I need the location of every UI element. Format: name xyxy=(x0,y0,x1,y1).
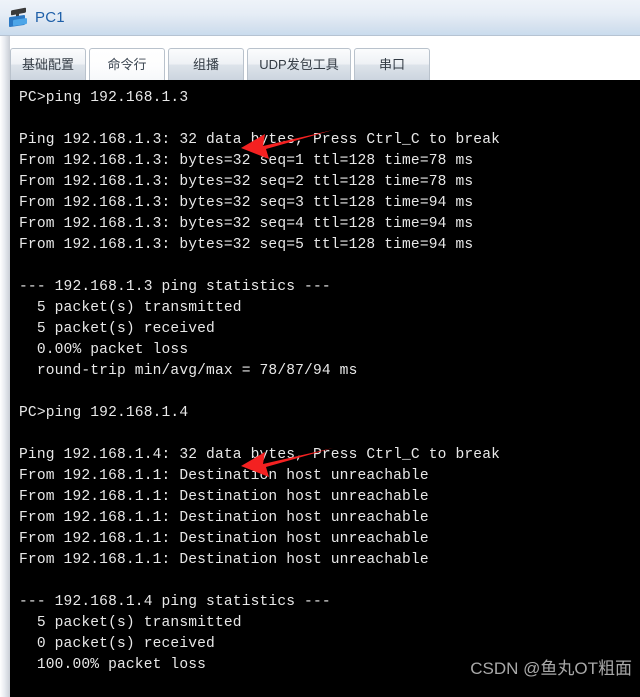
tab-serial-port[interactable]: 串口 xyxy=(354,48,430,80)
tab-basic-config[interactable]: 基础配置 xyxy=(10,48,86,80)
terminal-line: From 192.168.1.1: Destination host unrea… xyxy=(19,510,429,526)
terminal-line: --- 192.168.1.4 ping statistics --- xyxy=(19,594,331,610)
csdn-watermark: CSDN @鱼丸OT粗面 xyxy=(470,659,632,678)
terminal-line: From 192.168.1.3: bytes=32 seq=5 ttl=128… xyxy=(19,237,474,253)
tab-udp-tool[interactable]: UDP发包工具 xyxy=(247,48,351,80)
terminal-line: PC>ping 192.168.1.3 xyxy=(19,90,189,106)
terminal-line: Ping 192.168.1.4: 32 data bytes, Press C… xyxy=(19,447,501,463)
terminal-line: From 192.168.1.3: bytes=32 seq=1 ttl=128… xyxy=(19,153,474,169)
pc-device-icon xyxy=(8,7,30,29)
frame-left-edge xyxy=(0,36,10,697)
terminal-line: From 192.168.1.1: Destination host unrea… xyxy=(19,531,429,547)
tab-bar: 基础配置 命令行 组播 UDP发包工具 串口 xyxy=(10,42,640,80)
terminal-line: PC>ping 192.168.1.4 xyxy=(19,405,189,421)
window-title: PC1 xyxy=(35,9,65,26)
terminal-line: 0.00% packet loss xyxy=(19,342,189,358)
pc1-window: PC1 基础配置 命令行 组播 UDP发包工具 串口 PC>ping 192.1… xyxy=(0,0,640,697)
terminal-line: round-trip min/avg/max = 78/87/94 ms xyxy=(19,363,358,379)
terminal-line: 5 packet(s) transmitted xyxy=(19,300,242,316)
tab-command-line[interactable]: 命令行 xyxy=(89,48,165,80)
terminal-output: PC>ping 192.168.1.3 Ping 192.168.1.3: 32 … xyxy=(19,88,640,697)
window-titlebar: PC1 xyxy=(0,0,640,36)
command-line-terminal[interactable]: PC>ping 192.168.1.3 Ping 192.168.1.3: 32 … xyxy=(10,80,640,697)
terminal-line: From 192.168.1.3: bytes=32 seq=4 ttl=128… xyxy=(19,216,474,232)
terminal-line: From 192.168.1.1: Destination host unrea… xyxy=(19,468,429,484)
terminal-line: 5 packet(s) transmitted xyxy=(19,615,242,631)
terminal-line: Ping 192.168.1.3: 32 data bytes, Press C… xyxy=(19,132,501,148)
terminal-line: 5 packet(s) received xyxy=(19,321,215,337)
terminal-line: From 192.168.1.1: Destination host unrea… xyxy=(19,489,429,505)
terminal-line: From 192.168.1.1: Destination host unrea… xyxy=(19,552,429,568)
terminal-line: --- 192.168.1.3 ping statistics --- xyxy=(19,279,331,295)
window-body: 基础配置 命令行 组播 UDP发包工具 串口 PC>ping 192.168.1… xyxy=(0,36,640,697)
terminal-line: From 192.168.1.3: bytes=32 seq=2 ttl=128… xyxy=(19,174,474,190)
terminal-line: From 192.168.1.3: bytes=32 seq=3 ttl=128… xyxy=(19,195,474,211)
tab-multicast[interactable]: 组播 xyxy=(168,48,244,80)
terminal-line: 0 packet(s) received xyxy=(19,636,215,652)
